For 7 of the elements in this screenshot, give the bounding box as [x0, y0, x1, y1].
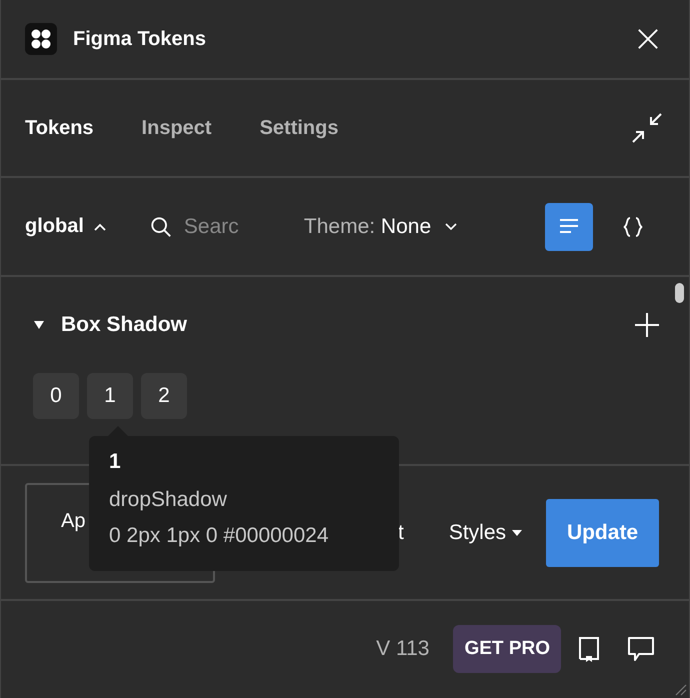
version-label: V 113: [376, 637, 430, 661]
section-title: Box Shadow: [61, 313, 188, 337]
partial-text: t: [398, 520, 404, 544]
tooltip-value: 0 2px 1px 0 #00000024: [109, 523, 330, 549]
window-title: Figma Tokens: [73, 28, 206, 50]
tooltip-title: 1: [109, 450, 122, 474]
tooltip-type: dropShadow: [109, 487, 228, 513]
